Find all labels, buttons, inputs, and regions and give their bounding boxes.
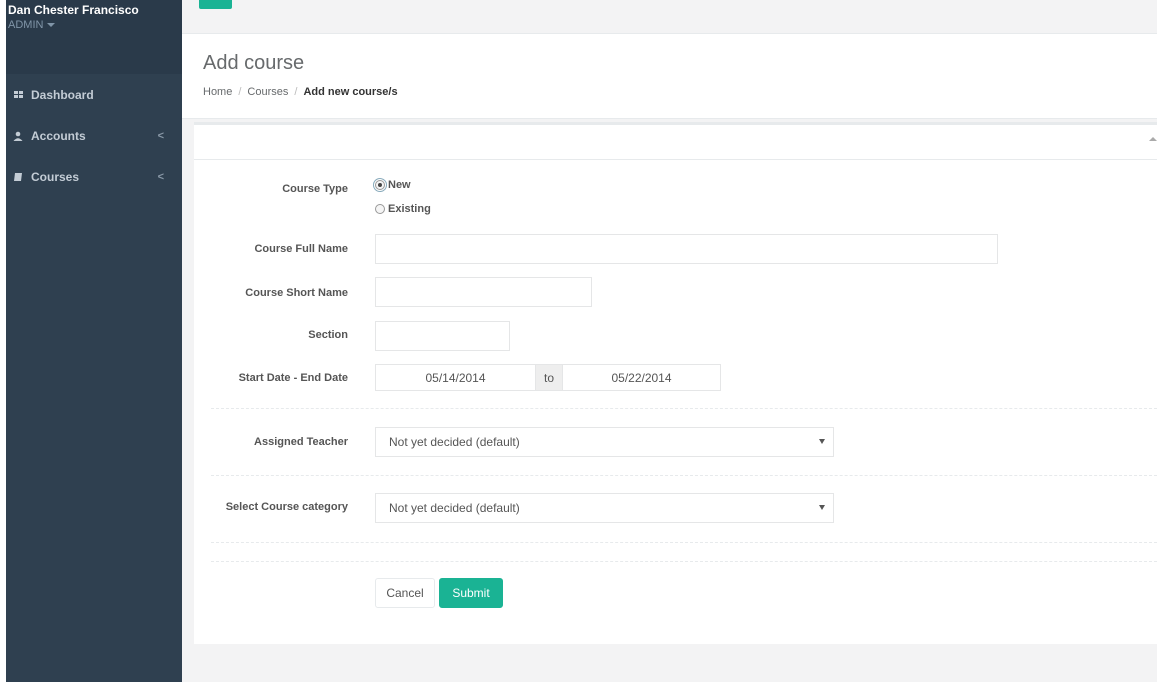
submit-button[interactable]: Submit — [439, 578, 503, 608]
assigned-teacher-select[interactable]: Not yet decided (default) — [375, 427, 834, 457]
sidebar: Dan Chester Francisco ADMIN Dashboard Ac… — [6, 0, 182, 682]
course-type-label: Course Type — [282, 183, 348, 195]
book-icon — [10, 172, 26, 182]
radio-new-label: New — [388, 179, 411, 191]
select-value: Not yet decided (default) — [389, 435, 520, 449]
radio-existing[interactable]: Existing — [375, 203, 431, 215]
chevron-up-icon[interactable] — [1149, 137, 1157, 141]
breadcrumb-home[interactable]: Home — [203, 86, 232, 98]
breadcrumb-courses[interactable]: Courses — [247, 86, 288, 98]
divider — [211, 475, 1157, 476]
top-navbar — [182, 0, 1157, 34]
breadcrumb-separator: / — [294, 86, 298, 98]
user-icon — [10, 131, 26, 141]
breadcrumb-separator: / — [238, 86, 242, 98]
course-category-label: Select Course category — [225, 501, 348, 513]
sidebar-nav: Dashboard Accounts < Courses < — [6, 74, 182, 197]
divider — [211, 408, 1157, 409]
sidebar-profile: Dan Chester Francisco ADMIN — [6, 0, 182, 74]
select-value: Not yet decided (default) — [389, 501, 520, 515]
radio-button-checked[interactable] — [373, 178, 387, 192]
divider — [211, 561, 1157, 562]
course-full-name-input[interactable] — [375, 234, 998, 264]
user-role-dropdown[interactable]: ADMIN — [8, 19, 56, 31]
course-category-select[interactable]: Not yet decided (default) — [375, 493, 834, 523]
date-range-label: Start Date - End Date — [238, 372, 348, 384]
radio-new[interactable]: New — [373, 178, 411, 192]
sidebar-item-label: Dashboard — [31, 87, 94, 102]
chevron-left-icon: < — [157, 129, 164, 142]
user-role-label: ADMIN — [8, 19, 44, 31]
radio-button-unchecked[interactable] — [375, 204, 385, 214]
user-name: Dan Chester Francisco — [8, 3, 139, 17]
date-range-separator: to — [536, 364, 562, 391]
sidebar-item-accounts[interactable]: Accounts < — [6, 115, 182, 156]
chevron-left-icon: < — [157, 170, 164, 183]
dropdown-arrow-icon — [819, 505, 825, 510]
th-large-icon — [10, 91, 26, 98]
page-heading: Add course Home / Courses / Add new cour… — [182, 34, 1157, 119]
sidebar-item-label: Accounts — [31, 128, 86, 143]
short-name-label: Course Short Name — [245, 287, 348, 299]
end-date-input[interactable]: 05/22/2014 — [562, 364, 721, 391]
breadcrumb-current: Add new course/s — [303, 86, 398, 98]
section-label: Section — [308, 329, 348, 341]
cancel-button[interactable]: Cancel — [375, 578, 435, 608]
section-input[interactable] — [375, 321, 510, 351]
dropdown-arrow-icon — [819, 439, 825, 444]
radio-existing-label: Existing — [388, 203, 431, 215]
sidebar-item-dashboard[interactable]: Dashboard — [6, 74, 182, 115]
caret-down-icon — [47, 23, 56, 27]
breadcrumb: Home / Courses / Add new course/s — [203, 86, 398, 98]
full-name-label: Course Full Name — [254, 243, 348, 255]
sidebar-item-courses[interactable]: Courses < — [6, 156, 182, 197]
start-date-input[interactable]: 05/14/2014 — [375, 364, 536, 391]
divider — [211, 542, 1157, 543]
sidebar-item-label: Courses — [31, 169, 80, 184]
page-title: Add course — [203, 52, 305, 74]
course-short-name-input[interactable] — [375, 277, 592, 307]
panel-header — [194, 122, 1157, 160]
assigned-teacher-label: Assigned Teacher — [254, 436, 348, 448]
menu-toggle-button[interactable] — [199, 0, 232, 9]
